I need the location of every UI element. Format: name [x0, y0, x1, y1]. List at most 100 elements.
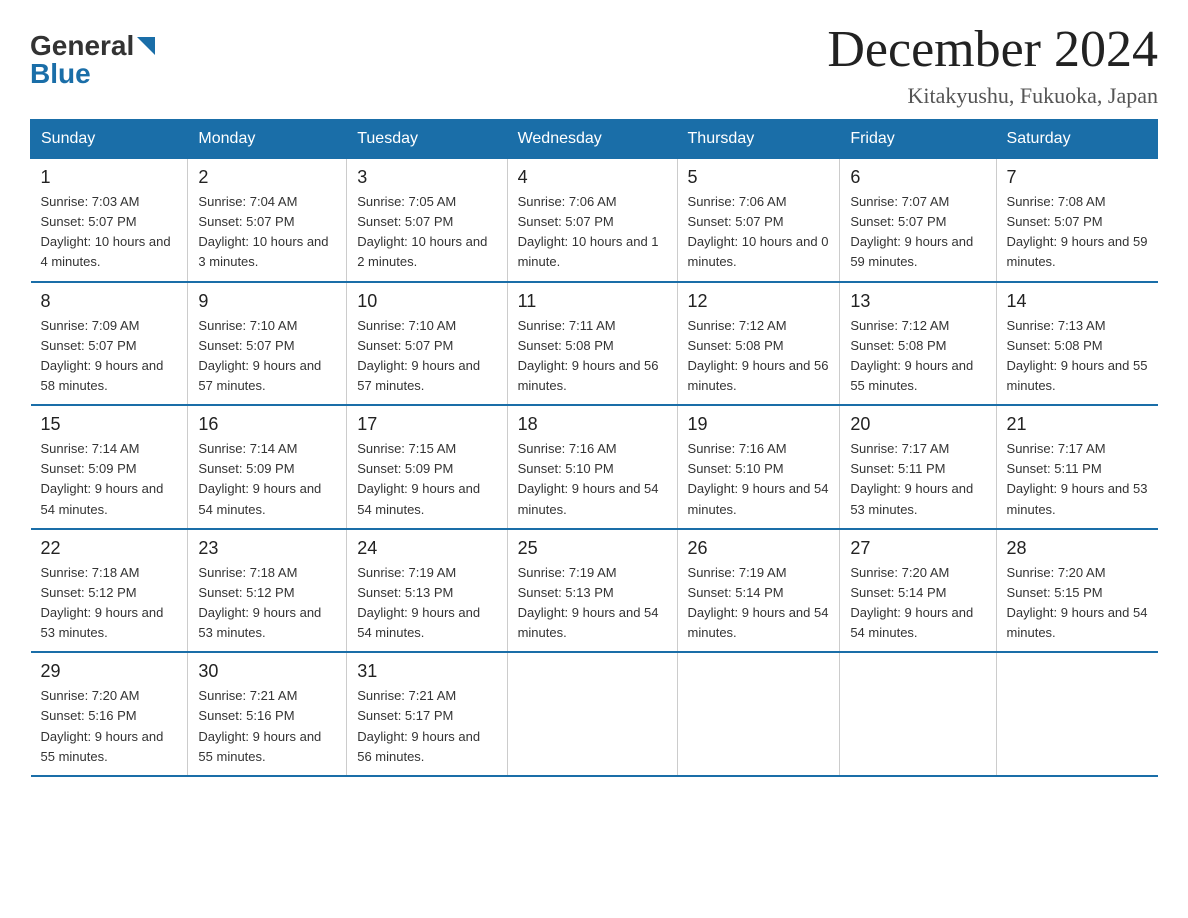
table-row: 10Sunrise: 7:10 AMSunset: 5:07 PMDayligh… [347, 282, 507, 406]
day-number: 31 [357, 661, 496, 682]
day-number: 18 [518, 414, 667, 435]
table-row: 5Sunrise: 7:06 AMSunset: 5:07 PMDaylight… [677, 159, 840, 282]
day-info: Sunrise: 7:19 AMSunset: 5:14 PMDaylight:… [688, 563, 830, 644]
day-info: Sunrise: 7:18 AMSunset: 5:12 PMDaylight:… [41, 563, 178, 644]
day-info: Sunrise: 7:10 AMSunset: 5:07 PMDaylight:… [198, 316, 336, 397]
day-number: 15 [41, 414, 178, 435]
col-friday: Friday [840, 120, 996, 159]
table-row [996, 652, 1157, 776]
day-number: 24 [357, 538, 496, 559]
day-number: 3 [357, 167, 496, 188]
table-row: 8Sunrise: 7:09 AMSunset: 5:07 PMDaylight… [31, 282, 188, 406]
day-info: Sunrise: 7:18 AMSunset: 5:12 PMDaylight:… [198, 563, 336, 644]
calendar-title: December 2024 [827, 20, 1158, 79]
day-number: 12 [688, 291, 830, 312]
day-number: 22 [41, 538, 178, 559]
table-row [507, 652, 677, 776]
day-info: Sunrise: 7:12 AMSunset: 5:08 PMDaylight:… [850, 316, 985, 397]
day-info: Sunrise: 7:07 AMSunset: 5:07 PMDaylight:… [850, 192, 985, 273]
day-number: 23 [198, 538, 336, 559]
table-row: 1Sunrise: 7:03 AMSunset: 5:07 PMDaylight… [31, 159, 188, 282]
day-info: Sunrise: 7:17 AMSunset: 5:11 PMDaylight:… [850, 439, 985, 520]
day-info: Sunrise: 7:21 AMSunset: 5:17 PMDaylight:… [357, 686, 496, 767]
day-info: Sunrise: 7:08 AMSunset: 5:07 PMDaylight:… [1007, 192, 1148, 273]
calendar-week-row: 22 Sunrise: 7:18 AMSunset: 5:12 PMDayligh… [31, 529, 1158, 653]
col-tuesday: Tuesday [347, 120, 507, 159]
day-number: 6 [850, 167, 985, 188]
col-wednesday: Wednesday [507, 120, 677, 159]
table-row: 21 Sunrise: 7:17 AMSunset: 5:11 PMDayligh… [996, 405, 1157, 529]
table-row: 20 Sunrise: 7:17 AMSunset: 5:11 PMDayligh… [840, 405, 996, 529]
table-row: 26 Sunrise: 7:19 AMSunset: 5:14 PMDayligh… [677, 529, 840, 653]
day-number: 1 [41, 167, 178, 188]
day-number: 25 [518, 538, 667, 559]
day-info: Sunrise: 7:05 AMSunset: 5:07 PMDaylight:… [357, 192, 496, 273]
day-number: 17 [357, 414, 496, 435]
day-number: 4 [518, 167, 667, 188]
day-number: 13 [850, 291, 985, 312]
day-info: Sunrise: 7:16 AMSunset: 5:10 PMDaylight:… [688, 439, 830, 520]
table-row: 25 Sunrise: 7:19 AMSunset: 5:13 PMDayligh… [507, 529, 677, 653]
day-info: Sunrise: 7:19 AMSunset: 5:13 PMDaylight:… [518, 563, 667, 644]
day-number: 30 [198, 661, 336, 682]
table-row: 15 Sunrise: 7:14 AMSunset: 5:09 PMDayligh… [31, 405, 188, 529]
day-info: Sunrise: 7:12 AMSunset: 5:08 PMDaylight:… [688, 316, 830, 397]
day-info: Sunrise: 7:14 AMSunset: 5:09 PMDaylight:… [198, 439, 336, 520]
day-number: 11 [518, 291, 667, 312]
table-row: 31 Sunrise: 7:21 AMSunset: 5:17 PMDayligh… [347, 652, 507, 776]
table-row: 16 Sunrise: 7:14 AMSunset: 5:09 PMDayligh… [188, 405, 347, 529]
table-row: 7 Sunrise: 7:08 AMSunset: 5:07 PMDaylight… [996, 159, 1157, 282]
day-number: 21 [1007, 414, 1148, 435]
table-row: 24 Sunrise: 7:19 AMSunset: 5:13 PMDayligh… [347, 529, 507, 653]
table-row: 22 Sunrise: 7:18 AMSunset: 5:12 PMDayligh… [31, 529, 188, 653]
logo-arrow-icon [137, 37, 155, 55]
table-row: 11 Sunrise: 7:11 AMSunset: 5:08 PMDayligh… [507, 282, 677, 406]
table-row: 4 Sunrise: 7:06 AMSunset: 5:07 PMDaylight… [507, 159, 677, 282]
table-row: 6 Sunrise: 7:07 AMSunset: 5:07 PMDaylight… [840, 159, 996, 282]
day-info: Sunrise: 7:13 AMSunset: 5:08 PMDaylight:… [1007, 316, 1148, 397]
day-number: 14 [1007, 291, 1148, 312]
calendar-week-row: 8Sunrise: 7:09 AMSunset: 5:07 PMDaylight… [31, 282, 1158, 406]
table-row [840, 652, 996, 776]
table-row: 28 Sunrise: 7:20 AMSunset: 5:15 PMDayligh… [996, 529, 1157, 653]
logo: General Blue [30, 20, 155, 90]
table-row: 30 Sunrise: 7:21 AMSunset: 5:16 PMDayligh… [188, 652, 347, 776]
day-info: Sunrise: 7:11 AMSunset: 5:08 PMDaylight:… [518, 316, 667, 397]
logo-blue-text: Blue [30, 58, 155, 90]
day-info: Sunrise: 7:09 AMSunset: 5:07 PMDaylight:… [41, 316, 178, 397]
calendar-week-row: 15 Sunrise: 7:14 AMSunset: 5:09 PMDayligh… [31, 405, 1158, 529]
day-info: Sunrise: 7:20 AMSunset: 5:15 PMDaylight:… [1007, 563, 1148, 644]
table-row: 27Sunrise: 7:20 AMSunset: 5:14 PMDayligh… [840, 529, 996, 653]
day-number: 28 [1007, 538, 1148, 559]
table-row [677, 652, 840, 776]
col-thursday: Thursday [677, 120, 840, 159]
title-block: December 2024 Kitakyushu, Fukuoka, Japan [827, 20, 1158, 109]
page-header: General Blue December 2024 Kitakyushu, F… [30, 20, 1158, 109]
table-row: 13 Sunrise: 7:12 AMSunset: 5:08 PMDayligh… [840, 282, 996, 406]
day-info: Sunrise: 7:16 AMSunset: 5:10 PMDaylight:… [518, 439, 667, 520]
table-row: 17 Sunrise: 7:15 AMSunset: 5:09 PMDayligh… [347, 405, 507, 529]
day-info: Sunrise: 7:20 AMSunset: 5:14 PMDaylight:… [850, 563, 985, 644]
col-sunday: Sunday [31, 120, 188, 159]
day-number: 29 [41, 661, 178, 682]
table-row: 18 Sunrise: 7:16 AMSunset: 5:10 PMDayligh… [507, 405, 677, 529]
day-number: 9 [198, 291, 336, 312]
day-info: Sunrise: 7:17 AMSunset: 5:11 PMDaylight:… [1007, 439, 1148, 520]
day-number: 7 [1007, 167, 1148, 188]
day-info: Sunrise: 7:19 AMSunset: 5:13 PMDaylight:… [357, 563, 496, 644]
day-number: 10 [357, 291, 496, 312]
day-number: 16 [198, 414, 336, 435]
day-number: 19 [688, 414, 830, 435]
col-saturday: Saturday [996, 120, 1157, 159]
day-number: 2 [198, 167, 336, 188]
day-number: 20 [850, 414, 985, 435]
day-info: Sunrise: 7:15 AMSunset: 5:09 PMDaylight:… [357, 439, 496, 520]
day-info: Sunrise: 7:06 AMSunset: 5:07 PMDaylight:… [518, 192, 667, 273]
day-number: 26 [688, 538, 830, 559]
calendar-header-row: Sunday Monday Tuesday Wednesday Thursday… [31, 120, 1158, 159]
table-row: 12 Sunrise: 7:12 AMSunset: 5:08 PMDayligh… [677, 282, 840, 406]
day-info: Sunrise: 7:21 AMSunset: 5:16 PMDaylight:… [198, 686, 336, 767]
day-info: Sunrise: 7:20 AMSunset: 5:16 PMDaylight:… [41, 686, 178, 767]
table-row: 9 Sunrise: 7:10 AMSunset: 5:07 PMDaylight… [188, 282, 347, 406]
day-info: Sunrise: 7:14 AMSunset: 5:09 PMDaylight:… [41, 439, 178, 520]
